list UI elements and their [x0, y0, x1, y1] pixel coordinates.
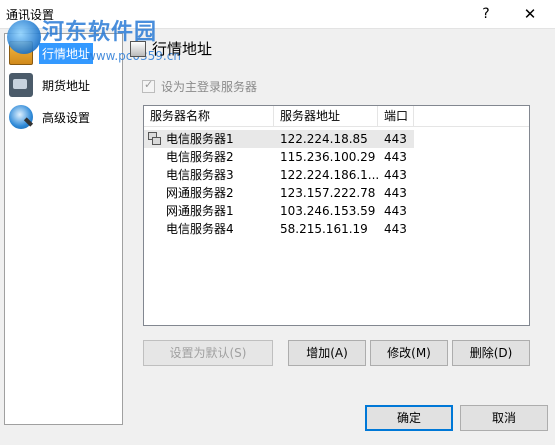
server-address: 115.236.100.29 [280, 150, 376, 164]
server-icon [148, 132, 162, 146]
server-name: 电信服务器4 [166, 222, 234, 236]
column-header-server-address[interactable]: 服务器地址 [274, 106, 378, 127]
modify-button[interactable]: 修改(M) [370, 340, 448, 366]
computer-icon [130, 40, 146, 57]
server-address: 122.224.186.1... [280, 168, 378, 182]
help-button[interactable]: ? [476, 2, 496, 26]
server-list[interactable]: 服务器名称 服务器地址 端口 电信服务器1 122.224.18.85 443 … [143, 105, 530, 326]
watermark-logo-icon [7, 20, 41, 54]
server-address: 122.224.18.85 [274, 130, 378, 148]
server-port: 443 [384, 204, 407, 218]
settings-nav: 行情地址 期货地址 高级设置 [4, 33, 123, 425]
server-name-cell: 电信服务器1 [144, 130, 274, 148]
server-port: 443 [378, 130, 414, 148]
server-port: 443 [384, 150, 407, 164]
server-address: 58.215.161.19 [280, 222, 368, 236]
panel-header: 行情地址 [130, 38, 212, 59]
column-header-server-name[interactable]: 服务器名称 [144, 106, 274, 127]
delete-button[interactable]: 删除(D) [452, 340, 530, 366]
list-item[interactable]: 电信服务器4 58.215.161.19 443 [144, 220, 529, 238]
checkbox-label: 设为主登录服务器 [161, 80, 258, 94]
list-item[interactable]: 电信服务器3 122.224.186.1... 443 [144, 166, 529, 184]
column-header-port[interactable]: 端口 [378, 106, 414, 127]
server-name: 电信服务器2 [166, 150, 234, 164]
panel-title: 行情地址 [152, 40, 213, 58]
close-button[interactable]: ✕ [518, 2, 542, 26]
sidebar-item-futures-address[interactable]: 期货地址 [9, 72, 93, 98]
futures-server-icon [9, 73, 33, 97]
main-login-server-checkbox[interactable] [142, 78, 155, 93]
sidebar-item-label: 高级设置 [42, 110, 91, 125]
server-name: 网通服务器1 [166, 204, 234, 218]
set-default-button[interactable]: 设置为默认(S) [143, 340, 273, 366]
server-name: 网通服务器2 [166, 186, 234, 200]
main-login-server-checkbox-row: 设为主登录服务器 [142, 78, 257, 95]
server-port: 443 [384, 186, 407, 200]
advanced-settings-icon [9, 105, 33, 129]
server-port: 443 [384, 222, 407, 236]
ok-button[interactable]: 确定 [365, 405, 453, 431]
add-button[interactable]: 增加(A) [288, 340, 366, 366]
list-item[interactable]: 网通服务器2 123.157.222.78 443 [144, 184, 529, 202]
server-port: 443 [384, 168, 407, 182]
sidebar-item-advanced-settings[interactable]: 高级设置 [9, 104, 93, 130]
list-item[interactable]: 电信服务器1 122.224.18.85 443 [144, 130, 529, 148]
list-item[interactable]: 网通服务器1 103.246.153.59 443 [144, 202, 529, 220]
server-name: 电信服务器1 [166, 132, 234, 146]
cancel-button[interactable]: 取消 [460, 405, 548, 431]
server-address: 123.157.222.78 [280, 186, 376, 200]
list-header: 服务器名称 服务器地址 端口 [144, 106, 529, 127]
sidebar-item-label: 期货地址 [42, 78, 91, 93]
server-address: 103.246.153.59 [280, 204, 376, 218]
list-item[interactable]: 电信服务器2 115.236.100.29 443 [144, 148, 529, 166]
server-name: 电信服务器3 [166, 168, 234, 182]
